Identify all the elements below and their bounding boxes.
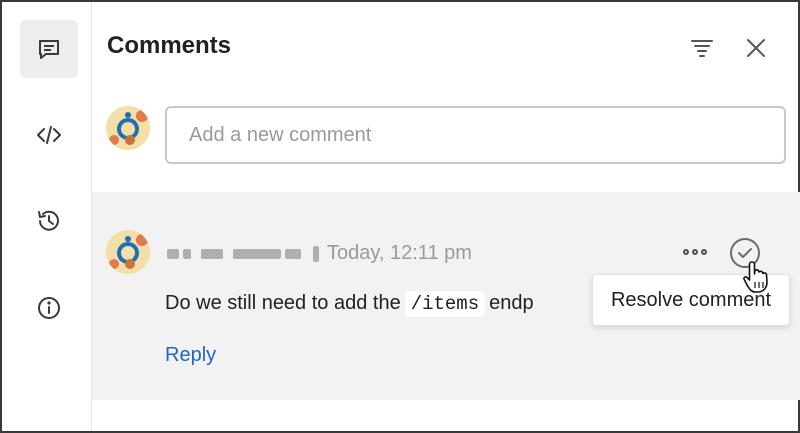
filter-button[interactable] (686, 32, 718, 64)
avatar-icon (106, 230, 150, 274)
side-rail (2, 2, 92, 431)
comment-body: Do we still need to add the/items endp (165, 291, 534, 317)
comments-tab[interactable] (20, 20, 78, 78)
history-tab[interactable] (20, 192, 78, 250)
close-button[interactable] (740, 32, 772, 64)
current-user-avatar (106, 106, 150, 150)
comment-timestamp: Today, 12:11 pm (327, 242, 472, 264)
avatar-icon (106, 106, 150, 150)
reply-link[interactable]: Reply (165, 344, 216, 367)
inline-code: /items (404, 291, 486, 317)
code-icon (37, 126, 61, 144)
comment-icon (39, 40, 59, 59)
info-tab[interactable] (20, 279, 78, 337)
info-icon (38, 297, 60, 319)
new-comment-input[interactable] (165, 106, 786, 164)
history-icon (38, 210, 59, 231)
code-tab[interactable] (20, 106, 78, 164)
panel-title: Comments (107, 32, 232, 59)
comments-panel: Comments Add a new comment Today, 12:11 … (0, 0, 800, 433)
hand-pointer-icon (743, 261, 768, 293)
author-name-redacted (167, 242, 319, 266)
more-options-button[interactable] (680, 240, 710, 264)
comment-author-avatar (106, 230, 150, 274)
filter-icon (691, 40, 713, 57)
close-icon (747, 39, 765, 57)
more-dots-icon (683, 249, 689, 255)
